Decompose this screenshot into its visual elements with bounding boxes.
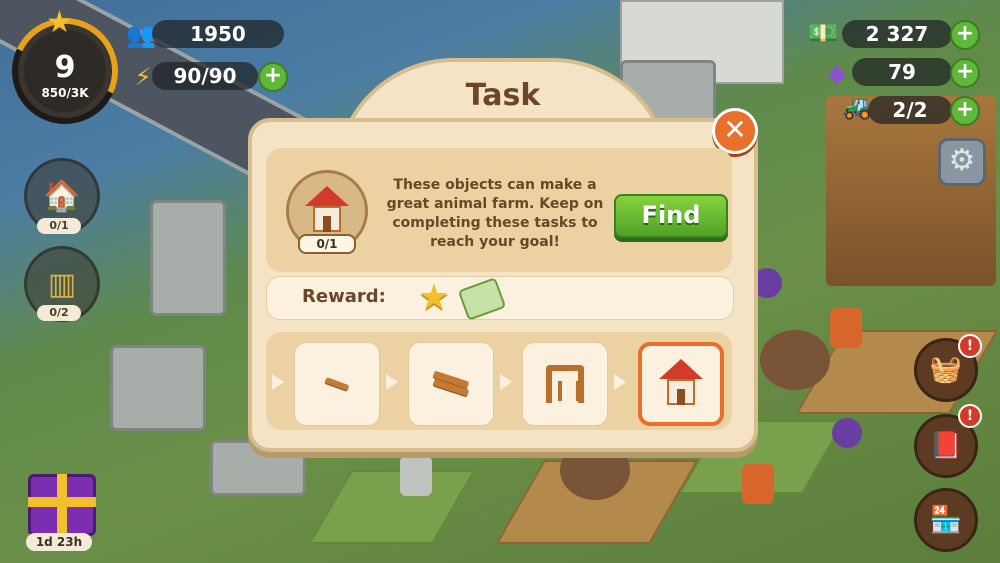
chain-item-wood-plank[interactable] [294, 342, 380, 426]
shop-button[interactable]: 🏪 [914, 488, 978, 552]
book-icon: 📕 [929, 431, 963, 461]
wood-plank-icon [324, 377, 350, 391]
alert-badge-icon: ! [958, 334, 982, 358]
find-button[interactable]: Find [614, 194, 728, 238]
gift-timer: 1d 23h [26, 533, 92, 551]
basket-icon: 🧺 [929, 355, 963, 385]
side-task-count: 0/2 [37, 305, 81, 321]
side-task-count: 0/1 [37, 218, 81, 234]
grapes-icon[interactable] [832, 418, 862, 448]
chain-arrow-icon [386, 374, 398, 390]
wooden-frame-icon [546, 365, 584, 403]
population-counter: 1950 [152, 20, 284, 48]
chain-arrow-icon [614, 374, 626, 390]
farm-house-icon [305, 186, 349, 236]
fence-icon: ▥ [47, 266, 77, 302]
chain-item-wooden-frame[interactable] [522, 342, 608, 426]
resource-sign[interactable] [400, 456, 432, 496]
chain-item-wood-planks[interactable] [408, 342, 494, 426]
add-vehicle-button[interactable]: + [950, 96, 980, 126]
cash-icon: 💵 [808, 19, 838, 47]
shop-icon: 🏪 [929, 505, 963, 535]
gift-box-icon[interactable] [28, 474, 96, 536]
chain-arrow-icon [272, 374, 284, 390]
add-gems-button[interactable]: + [950, 58, 980, 88]
star-icon: ★ [46, 5, 73, 40]
task-progress: 0/1 [298, 234, 356, 254]
settings-gear-icon[interactable]: ⚙ [938, 138, 986, 186]
dialog-title: Task [465, 78, 541, 113]
farm-house-icon: 🏠 [43, 178, 81, 214]
resource-sign[interactable] [830, 308, 862, 348]
xp-value: 850/3K [41, 86, 89, 100]
energy-counter: 90/90 [152, 62, 258, 90]
level-number: 9 [54, 50, 76, 85]
stone-pedestal [110, 345, 206, 431]
add-energy-button[interactable]: + [258, 62, 288, 92]
close-icon: ✕ [723, 113, 747, 146]
alert-badge-icon: ! [958, 404, 982, 428]
tree-stump [760, 330, 830, 390]
farm-house-icon [659, 359, 703, 409]
task-description: These objects can make a great animal fa… [386, 177, 604, 250]
star-reward-icon: ★ [417, 277, 451, 318]
stone-statue [150, 200, 226, 316]
chain-arrow-icon [500, 374, 512, 390]
gem-icon: ◆ [827, 59, 847, 87]
close-button[interactable]: ✕ [712, 108, 758, 154]
gem-counter: 79 [852, 58, 952, 86]
resource-sign[interactable] [742, 464, 774, 504]
vehicle-counter: 2/2 [868, 96, 952, 124]
add-cash-button[interactable]: + [950, 20, 980, 50]
reward-label: Reward: [302, 286, 386, 307]
cash-counter: 2 327 [842, 20, 952, 48]
chain-item-farm-house[interactable] [638, 342, 724, 426]
wood-planks-icon [432, 370, 470, 397]
